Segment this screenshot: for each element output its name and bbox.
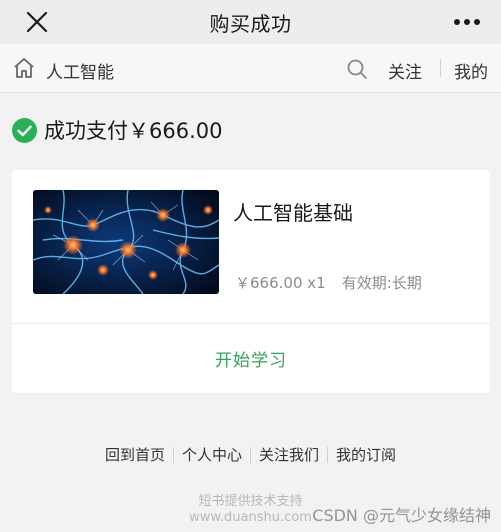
course-price: ￥666.00 x1 xyxy=(235,274,326,292)
footer-link-subscriptions[interactable]: 我的订阅 xyxy=(328,444,404,465)
search-icon[interactable] xyxy=(346,58,368,80)
follow-button[interactable]: 关注 xyxy=(388,58,422,83)
footer-link-home[interactable]: 回到首页 xyxy=(97,444,173,465)
payment-success: 成功支付￥666.00 xyxy=(12,115,222,145)
payment-success-text: 成功支付￥666.00 xyxy=(44,119,223,143)
title-bar: 购买成功 xyxy=(0,0,501,44)
course-title[interactable]: 人工智能基础 xyxy=(233,197,353,226)
footer-links: 回到首页 个人中心 关注我们 我的订阅 xyxy=(0,444,501,465)
page-title: 购买成功 xyxy=(209,11,292,36)
course-card: 人工智能基础 ￥666.00 x1 有效期:长期 开始学习 xyxy=(12,170,490,393)
start-learning-button[interactable]: 开始学习 xyxy=(12,324,490,393)
course-thumbnail[interactable] xyxy=(33,190,219,294)
breadcrumb[interactable]: 人工智能 xyxy=(46,58,114,83)
close-icon[interactable] xyxy=(22,7,52,37)
mine-button[interactable]: 我的 xyxy=(454,58,488,83)
footer-link-profile[interactable]: 个人中心 xyxy=(174,444,250,465)
nav-divider xyxy=(440,59,441,77)
course-validity: 有效期:长期 xyxy=(341,274,422,292)
course-meta: ￥666.00 x1 有效期:长期 xyxy=(235,272,422,293)
footer-link-follow[interactable]: 关注我们 xyxy=(251,444,327,465)
more-dots-icon[interactable] xyxy=(449,7,485,37)
watermark: CSDN @元气少女缘结神 xyxy=(312,506,491,525)
check-circle-icon xyxy=(12,117,37,143)
top-nav: 人工智能 关注 我的 xyxy=(0,44,501,93)
home-icon[interactable] xyxy=(12,57,36,79)
